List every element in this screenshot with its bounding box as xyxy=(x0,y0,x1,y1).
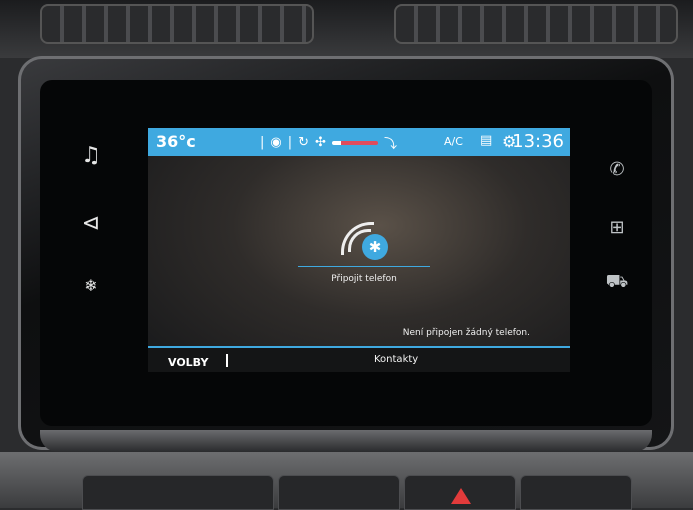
divider-icon: | xyxy=(287,135,293,150)
radio-icon: ◉ xyxy=(270,135,282,150)
car-key[interactable]: ⛟ xyxy=(600,266,634,300)
fan-speed-bar[interactable] xyxy=(331,140,378,145)
status-bar: 36°c | ◉ | ↻ ✣ ⤵ A/C ▤ ⚙ 13:36 xyxy=(148,128,570,156)
recirculation-icon[interactable]: ↻ xyxy=(298,135,309,150)
right-air-vent xyxy=(394,4,678,44)
dashboard-vents xyxy=(0,0,693,58)
rear-defrost-icon[interactable]: ▤ xyxy=(480,133,492,148)
options-button[interactable]: VOLBY xyxy=(168,356,208,369)
left-air-vent xyxy=(40,4,314,44)
music-key[interactable]: ♫ xyxy=(74,138,108,172)
navigation-icon: ⊲ xyxy=(81,210,101,236)
divider-icon: | xyxy=(260,135,265,150)
bottom-bar: VOLBY Kontakty xyxy=(148,346,570,372)
contacts-button[interactable]: Kontakty xyxy=(374,354,418,365)
fan-icon[interactable]: ✣ xyxy=(315,135,326,150)
phone-key[interactable]: ✆ xyxy=(600,152,634,186)
connect-phone-button[interactable]: Připojit telefon xyxy=(298,274,430,284)
physical-button-left[interactable] xyxy=(82,475,274,510)
car-icon: ⛟ xyxy=(605,271,629,292)
phone-icon: ✆ xyxy=(609,158,625,180)
ac-toggle[interactable]: A/C xyxy=(444,135,463,148)
climate-key[interactable]: ❄ xyxy=(74,268,108,302)
bezel-trim xyxy=(40,430,652,452)
apps-key[interactable]: ⊞ xyxy=(600,210,634,244)
hazard-icon xyxy=(451,488,471,504)
bottom-separator xyxy=(226,354,228,367)
apps-grid-icon: ⊞ xyxy=(609,216,625,238)
clock: 13:36 xyxy=(512,131,564,152)
navigation-key[interactable]: ⊲ xyxy=(74,206,108,240)
bluetooth-icon[interactable]: ✱ xyxy=(362,234,388,260)
outside-temperature: 36°c xyxy=(156,132,196,151)
physical-button-center[interactable] xyxy=(278,475,400,510)
connection-status: Není připojen žádný telefon. xyxy=(402,328,530,338)
lock-button[interactable] xyxy=(520,475,632,510)
infotainment-screen: 36°c | ◉ | ↻ ✣ ⤵ A/C ▤ ⚙ 13:36 ✱ Připoji… xyxy=(148,128,570,372)
status-icons: | ◉ | ↻ ✣ ⤵ xyxy=(260,133,397,152)
seat-airflow-icon[interactable]: ⤵ xyxy=(384,133,397,152)
climate-icon: ❄ xyxy=(84,275,98,295)
connect-divider xyxy=(298,266,430,267)
music-icon: ♫ xyxy=(81,142,101,168)
